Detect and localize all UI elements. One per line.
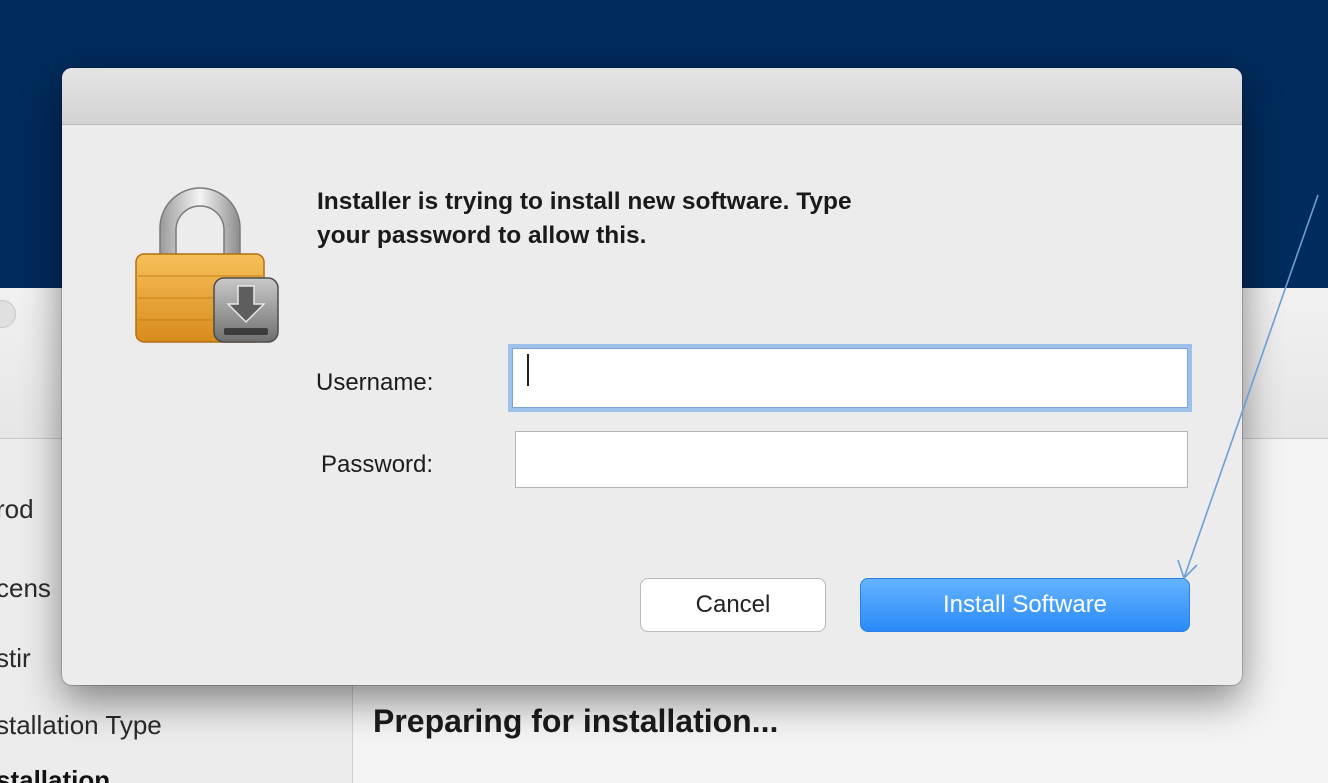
password-field[interactable]: [515, 431, 1188, 488]
username-field[interactable]: [512, 348, 1188, 408]
sidebar-item-destination[interactable]: stir: [0, 643, 31, 674]
password-label: Password:: [321, 451, 434, 478]
screen: rod cens stir stallation Type stallation…: [0, 0, 1328, 783]
sidebar-item-installation[interactable]: stallation: [0, 765, 110, 783]
cancel-button[interactable]: Cancel: [640, 578, 826, 632]
text-caret: [527, 354, 529, 386]
sidebar-item-license[interactable]: cens: [0, 573, 51, 604]
username-label: Username:: [316, 369, 434, 396]
sidebar-item-introduction[interactable]: rod: [0, 494, 34, 525]
sidebar-item-installation-type[interactable]: stallation Type: [0, 710, 162, 741]
authentication-dialog: Installer is trying to install new softw…: [62, 68, 1242, 685]
window-close-button[interactable]: [0, 300, 16, 328]
dialog-message: Installer is trying to install new softw…: [317, 188, 852, 249]
install-software-button[interactable]: Install Software: [860, 578, 1190, 632]
dialog-titlebar: [62, 68, 1242, 125]
installation-status: Preparing for installation...: [373, 703, 779, 739]
lock-download-icon: [135, 187, 279, 343]
